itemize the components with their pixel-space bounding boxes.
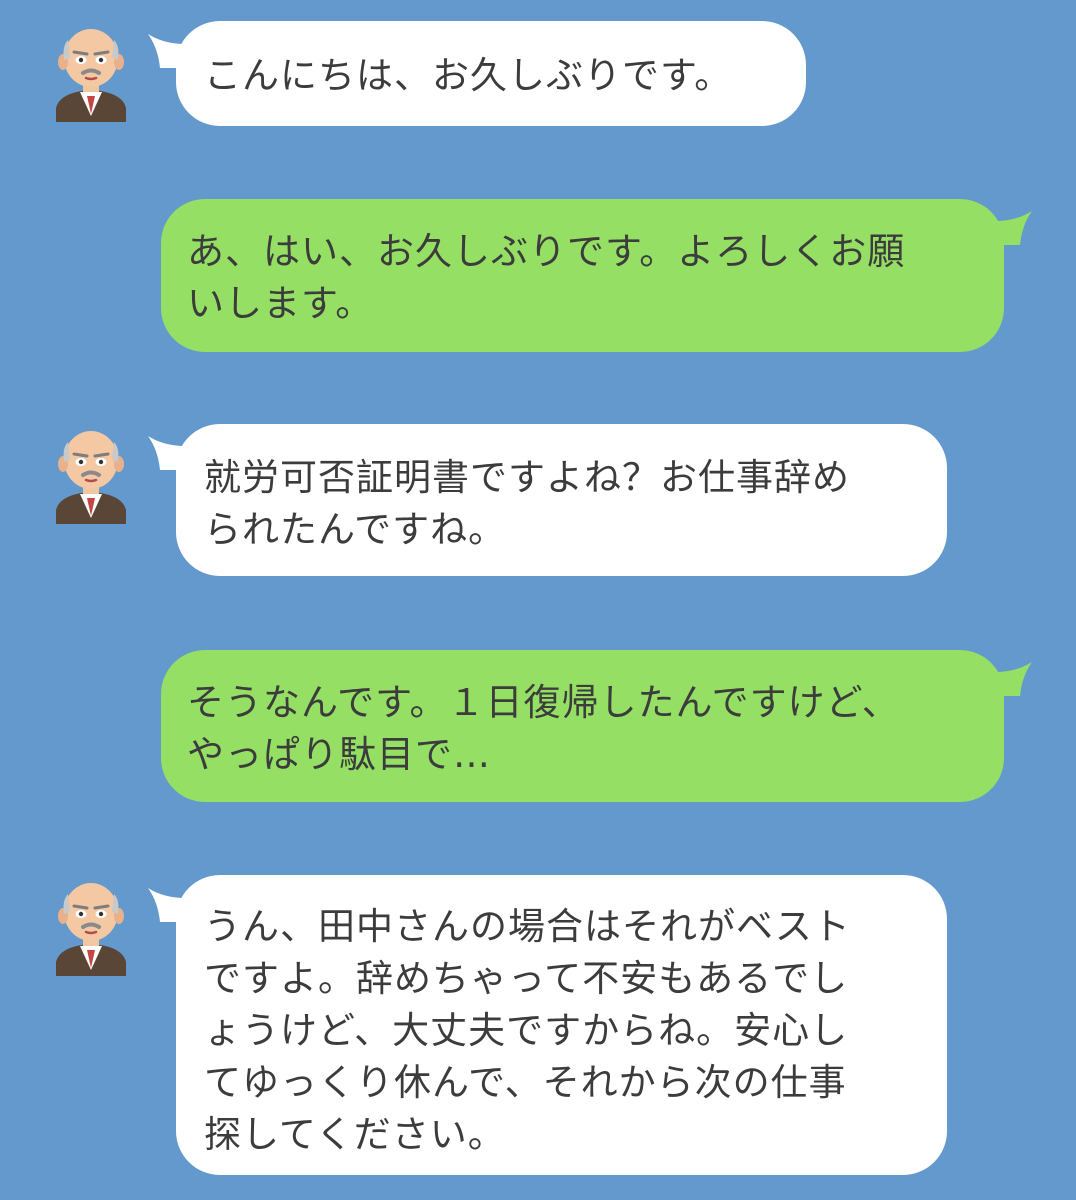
- message-bubble-sent[interactable]: あ、はい、お久しぶりです。よろしくお願 いします。: [161, 199, 1004, 352]
- message-bubble-received[interactable]: こんにちは、お久しぶりです。: [176, 21, 806, 126]
- message-bubble-sent[interactable]: そうなんです。１日復帰したんですけど、 やっぱり駄目で…: [161, 650, 1004, 802]
- message-bubble-received[interactable]: うん、田中さんの場合はそれがベスト ですよ。辞めちゃって不安もあるでし ょうけど…: [176, 875, 947, 1175]
- message-bubble-received[interactable]: 就労可否証明書ですよね？お仕事辞め られたんですね。: [176, 424, 947, 576]
- doctor-avatar-icon[interactable]: [50, 876, 132, 976]
- doctor-avatar-icon[interactable]: [50, 22, 132, 122]
- doctor-avatar-icon[interactable]: [50, 424, 132, 524]
- chat-log: こんにちは、お久しぶりです。 あ、はい、お久しぶりです。よろしくお願 いします。…: [0, 0, 1076, 1200]
